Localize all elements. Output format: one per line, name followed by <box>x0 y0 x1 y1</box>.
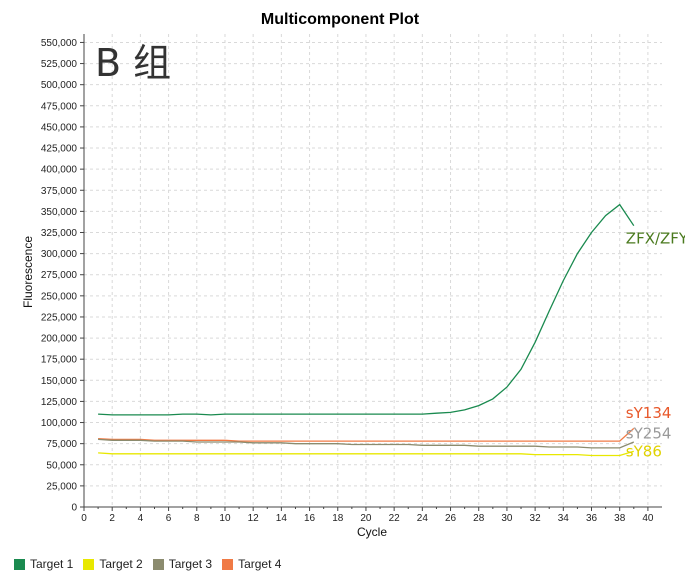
y-axis-label: Fluorescence <box>21 236 35 308</box>
y-tick-label: 525,000 <box>41 59 78 70</box>
x-tick-label: 10 <box>219 513 231 524</box>
x-tick-label: 28 <box>473 513 485 524</box>
y-tick-label: 25,000 <box>46 481 77 492</box>
y-tick-label: 375,000 <box>41 186 78 197</box>
legend-item: Target 3 <box>152 557 213 571</box>
annotation-label: sY86 <box>626 442 662 460</box>
y-tick-label: 300,000 <box>41 249 78 260</box>
y-tick-label: 150,000 <box>41 376 78 387</box>
x-tick-label: 2 <box>109 513 115 524</box>
legend-swatch <box>222 558 234 570</box>
x-tick-label: 8 <box>194 513 200 524</box>
y-tick-label: 250,000 <box>41 291 78 302</box>
legend-label: Target 2 <box>99 557 143 571</box>
legend-item: Target 2 <box>83 557 143 571</box>
grid-layer <box>84 34 662 507</box>
y-tick-label: 350,000 <box>41 207 78 218</box>
legend-swatch <box>83 558 95 570</box>
y-tick-label: 325,000 <box>41 228 78 239</box>
y-tick-label: 275,000 <box>41 270 78 281</box>
y-tick-label: 500,000 <box>41 80 78 91</box>
x-tick-label: 12 <box>248 513 260 524</box>
annotation-label: sY134 <box>626 404 672 422</box>
x-tick-label: 4 <box>138 513 144 524</box>
y-tick-label: 475,000 <box>41 101 78 112</box>
x-tick-label: 30 <box>501 513 513 524</box>
y-tick-label: 550,000 <box>41 38 78 49</box>
x-tick-label: 36 <box>586 513 598 524</box>
x-tick-label: 6 <box>166 513 172 524</box>
annotation-label: ZFX/ZFY <box>626 229 685 247</box>
y-tick-label: 200,000 <box>41 334 78 345</box>
x-tick-label: 40 <box>642 513 654 524</box>
x-tick-label: 32 <box>530 513 542 524</box>
panel-label: B 组 <box>95 41 171 85</box>
y-tick-label: 75,000 <box>46 439 77 450</box>
y-tick-label: 50,000 <box>46 460 77 471</box>
x-tick-label: 34 <box>558 513 570 524</box>
x-tick-label: 0 <box>81 513 87 524</box>
legend: Target 1 Target 2 Target 3 Target 4 <box>14 557 281 571</box>
y-tick-label: 0 <box>71 503 77 514</box>
x-tick-label: 22 <box>389 513 401 524</box>
legend-item: Target 1 <box>14 557 73 571</box>
axis-layer: 0 25,000 50,000 75,000 100,000 125,000 150,000… <box>41 34 662 524</box>
y-tick-label: 450,000 <box>41 122 78 133</box>
y-tick-label: 225,000 <box>41 312 78 323</box>
legend-item: Target 4 <box>222 557 281 571</box>
chart-title: Multicomponent Plot <box>261 11 420 28</box>
multicomponent-chart: Multicomponent Plot 0 25,000 50,000 75,000 1… <box>21 11 685 539</box>
legend-swatch <box>14 558 25 570</box>
x-tick-label: 18 <box>332 513 344 524</box>
legend-label: Target 1 <box>30 557 74 571</box>
x-tick-label: 14 <box>276 513 288 524</box>
annotation-layer: ZFX/ZFY sY134 sY254sY86 <box>626 229 685 460</box>
y-tick-label: 175,000 <box>41 355 78 366</box>
x-tick-label: 20 <box>360 513 372 524</box>
legend-swatch <box>152 558 164 570</box>
x-tick-label: 38 <box>614 513 626 524</box>
y-tick-label: 100,000 <box>41 418 78 429</box>
x-tick-label: 24 <box>417 513 429 524</box>
y-tick-label: 400,000 <box>41 165 78 176</box>
legend-label: Target 3 <box>168 557 213 571</box>
x-tick-label: 16 <box>304 513 316 524</box>
y-tick-label: 125,000 <box>41 397 78 408</box>
x-axis-label: Cycle <box>357 525 387 539</box>
x-tick-label: 26 <box>445 513 457 524</box>
annotation-label: sY254 <box>626 425 672 443</box>
legend-label: Target 4 <box>238 557 282 571</box>
y-tick-label: 425,000 <box>41 144 78 155</box>
